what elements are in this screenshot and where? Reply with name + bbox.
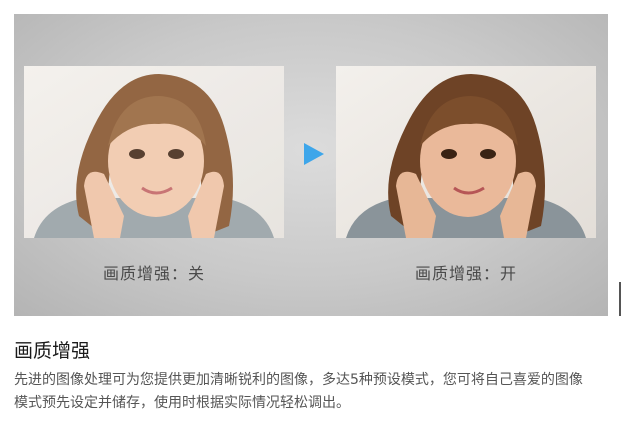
feature-title: 画质增强	[14, 340, 91, 362]
before-caption: 画质增强：关	[102, 264, 205, 283]
feature-description: 先进的图像处理可为您提供更加清晰锐利的图像，多达5种预设模式，您可将自己喜爱的图…	[14, 372, 583, 411]
play-arrow-icon	[304, 143, 324, 165]
after-image	[336, 66, 596, 238]
edge-divider	[619, 282, 621, 316]
comparison-banner: 画质增强：关 画质增强：开	[14, 14, 608, 316]
after-caption: 画质增强：开	[414, 264, 517, 283]
before-image	[24, 66, 284, 238]
